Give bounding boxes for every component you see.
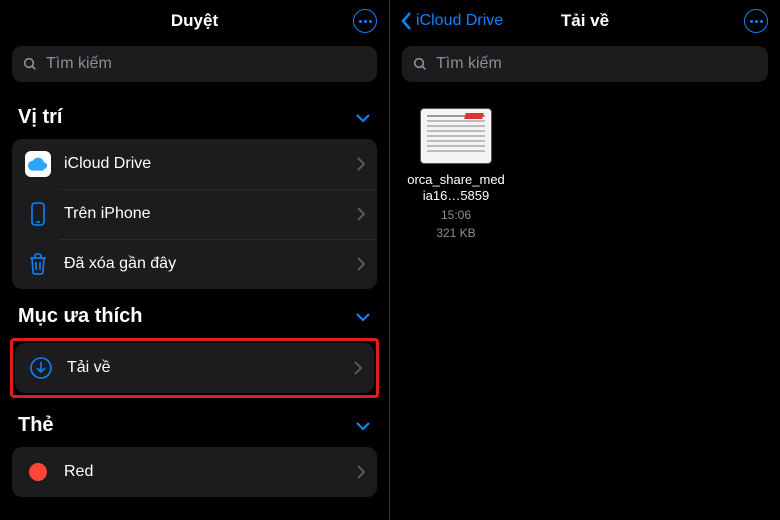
tag-color-icon (24, 458, 52, 486)
more-icon (353, 9, 377, 33)
chevron-down-icon (355, 421, 371, 431)
search-input[interactable]: Tìm kiếm (12, 46, 377, 82)
tags-list: Red (12, 447, 377, 497)
chevron-right-icon (357, 157, 365, 171)
file-time: 15:06 (441, 207, 471, 223)
file-size: 321 KB (436, 225, 475, 241)
tag-item-red[interactable]: Red (12, 447, 377, 497)
location-item-oniphone[interactable]: Trên iPhone (12, 189, 377, 239)
chevron-right-icon (357, 465, 365, 479)
section-tags-header[interactable]: Thẻ (0, 398, 389, 447)
file-grid: orca_share_media16…5859 15:06 321 KB (390, 90, 780, 259)
chevron-right-icon (357, 257, 365, 271)
trash-icon (24, 250, 52, 278)
section-favorites-title: Mục ưa thích (18, 305, 143, 328)
chevron-left-icon (400, 11, 412, 31)
file-name: orca_share_media16…5859 (406, 172, 506, 205)
file-item[interactable]: orca_share_media16…5859 15:06 321 KB (406, 108, 506, 241)
back-button[interactable]: iCloud Drive (400, 11, 503, 31)
more-icon (744, 9, 768, 33)
chevron-right-icon (354, 361, 362, 375)
location-item-recentlydeleted[interactable]: Đã xóa gần đây (12, 239, 377, 289)
location-label: Đã xóa gần đây (64, 255, 357, 273)
location-label: Trên iPhone (64, 205, 357, 223)
browse-title: Duyệt (171, 11, 218, 31)
icloud-icon (24, 150, 52, 178)
section-tags-title: Thẻ (18, 414, 54, 437)
file-thumbnail (420, 108, 492, 164)
location-item-icloud[interactable]: iCloud Drive (12, 139, 377, 189)
search-placeholder: Tìm kiếm (46, 55, 112, 73)
browse-pane: Duyệt Tìm kiếm Vị trí iCloud Drive (0, 0, 390, 520)
chevron-down-icon (355, 312, 371, 322)
search-icon (412, 56, 428, 72)
download-icon (27, 354, 55, 382)
chevron-right-icon (357, 207, 365, 221)
location-label: iCloud Drive (64, 155, 357, 173)
annotation-highlight: Tải về (10, 338, 379, 398)
search-placeholder: Tìm kiếm (436, 55, 502, 73)
browse-header: Duyệt (0, 0, 389, 42)
section-locations-header[interactable]: Vị trí (0, 90, 389, 139)
chevron-down-icon (355, 113, 371, 123)
iphone-icon (24, 200, 52, 228)
folder-pane: iCloud Drive Tải về Tìm kiếm orca_share_… (390, 0, 780, 520)
folder-title: Tải về (561, 11, 609, 31)
section-favorites-header[interactable]: Mục ưa thích (0, 289, 389, 338)
favorite-item-downloads[interactable]: Tải về (15, 343, 374, 393)
favorite-label: Tải về (67, 359, 354, 377)
search-icon (22, 56, 38, 72)
more-button[interactable] (353, 9, 377, 33)
back-label: iCloud Drive (416, 12, 503, 30)
section-locations-title: Vị trí (18, 106, 62, 129)
folder-header: iCloud Drive Tải về (390, 0, 780, 42)
locations-list: iCloud Drive Trên iPhone Đã xóa gần đây (12, 139, 377, 289)
tag-label: Red (64, 463, 357, 481)
search-input[interactable]: Tìm kiếm (402, 46, 768, 82)
more-button[interactable] (744, 9, 768, 33)
favorites-list: Tải về (15, 343, 374, 393)
